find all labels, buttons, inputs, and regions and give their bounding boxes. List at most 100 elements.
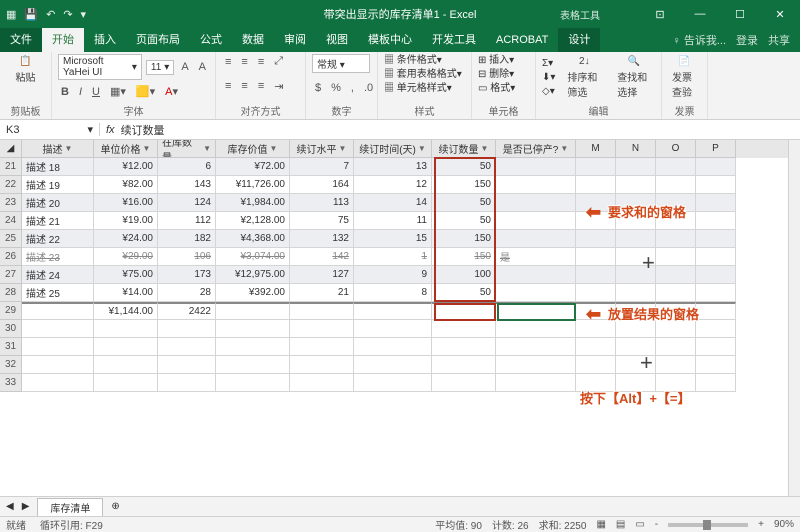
tab-file[interactable]: 文件 bbox=[0, 28, 42, 52]
col-n[interactable]: N bbox=[616, 140, 656, 158]
select-all[interactable]: ◢ bbox=[0, 140, 22, 158]
align-right-icon[interactable]: ≡ bbox=[255, 79, 267, 93]
annotation-2: 放置结果的窗格 bbox=[608, 304, 699, 323]
border-icon[interactable]: ▦▾ bbox=[107, 84, 129, 99]
name-box[interactable]: K3▾ bbox=[0, 123, 100, 136]
comma-icon[interactable]: , bbox=[348, 81, 357, 95]
arrow-left-icon: ⬅ bbox=[586, 304, 601, 325]
context-tab-label: 表格工具 bbox=[560, 7, 600, 22]
share[interactable]: 共享 bbox=[768, 32, 790, 48]
fx-icon[interactable]: fx bbox=[106, 124, 115, 136]
tab-layout[interactable]: 页面布局 bbox=[126, 28, 190, 52]
group-font-label: 字体 bbox=[58, 103, 209, 119]
col-desc[interactable]: 描述▼ bbox=[22, 140, 94, 158]
currency-icon[interactable]: $ bbox=[312, 81, 324, 95]
tab-dev[interactable]: 开发工具 bbox=[422, 28, 486, 52]
align-bot-icon[interactable]: ≡ bbox=[255, 55, 267, 69]
cursor-icon: + bbox=[640, 350, 653, 376]
col-p[interactable]: P bbox=[696, 140, 736, 158]
view-normal-icon[interactable]: ▦ bbox=[596, 519, 605, 530]
col-reqty[interactable]: 续订数量▼ bbox=[432, 140, 496, 158]
tab-design[interactable]: 设计 bbox=[558, 28, 600, 52]
qat-more-icon[interactable]: ▾ bbox=[81, 8, 87, 21]
formula-input[interactable]: 续订数量 bbox=[121, 122, 165, 138]
tab-data[interactable]: 数据 bbox=[232, 28, 274, 52]
close-button[interactable]: ✕ bbox=[760, 8, 800, 21]
col-qty[interactable]: 在库数量▼ bbox=[158, 140, 216, 158]
number-format-select[interactable]: 常规 ▾ bbox=[312, 54, 370, 73]
tab-home[interactable]: 开始 bbox=[42, 28, 84, 52]
zoom-level[interactable]: 90% bbox=[774, 519, 794, 530]
sort-filter-button[interactable]: 2↓排序和筛选 bbox=[563, 54, 605, 101]
zoom-in-icon[interactable]: + bbox=[758, 519, 764, 530]
tab-acrobat[interactable]: ACROBAT bbox=[486, 28, 558, 52]
col-disc[interactable]: 是否已停产?▼ bbox=[496, 140, 576, 158]
font-size-select[interactable]: 11▾ bbox=[146, 60, 174, 75]
align-mid-icon[interactable]: ≡ bbox=[238, 55, 250, 69]
align-left-icon[interactable]: ≡ bbox=[222, 79, 234, 93]
font-name-select[interactable]: Microsoft YaHei UI▾ bbox=[58, 54, 142, 80]
group-styles-label: 样式 bbox=[384, 103, 465, 119]
italic-button[interactable]: I bbox=[76, 85, 85, 99]
save-icon[interactable]: 💾 bbox=[24, 8, 38, 21]
titlebar: ▦ 💾 ↶ ↷ ▾ 带突出显示的库存清单1 - Excel 表格工具 ⊡ — ☐… bbox=[0, 0, 800, 28]
orientation-icon[interactable]: ⤢ bbox=[271, 54, 286, 69]
col-m[interactable]: M bbox=[576, 140, 616, 158]
maximize-button[interactable]: ☐ bbox=[720, 8, 760, 21]
window-title: 带突出显示的库存清单1 - Excel bbox=[324, 6, 477, 22]
fill-color-icon[interactable]: 🟨▾ bbox=[133, 84, 158, 99]
table-format-button[interactable]: ▦ 套用表格格式▾ bbox=[384, 68, 465, 82]
status-ready: 就绪 bbox=[6, 517, 26, 532]
view-break-icon[interactable]: ▭ bbox=[635, 519, 644, 530]
minimize-button[interactable]: — bbox=[680, 8, 720, 21]
font-color-icon[interactable]: A▾ bbox=[162, 84, 181, 99]
status-circular: 循环引用: F29 bbox=[40, 517, 103, 532]
col-price[interactable]: 单位价格▼ bbox=[94, 140, 158, 158]
col-val[interactable]: 库存价值▼ bbox=[216, 140, 290, 158]
tab-template[interactable]: 模板中心 bbox=[358, 28, 422, 52]
inc-dec-icon[interactable]: .0 bbox=[361, 81, 376, 95]
add-sheet-icon[interactable]: ⊕ bbox=[111, 501, 119, 512]
vertical-scrollbar[interactable] bbox=[788, 140, 800, 496]
col-o[interactable]: O bbox=[656, 140, 696, 158]
align-top-icon[interactable]: ≡ bbox=[222, 55, 234, 69]
paste-button[interactable]: 📋粘贴 bbox=[6, 54, 45, 86]
col-days[interactable]: 续订时间(天)▼ bbox=[354, 140, 432, 158]
delete-button[interactable]: ⊟ 删除▾ bbox=[478, 68, 529, 82]
zoom-out-icon[interactable]: - bbox=[655, 519, 658, 530]
format-button[interactable]: ▭ 格式▾ bbox=[478, 82, 529, 96]
nav-prev-icon[interactable]: ◀ bbox=[6, 501, 14, 512]
zoom-slider[interactable] bbox=[668, 523, 748, 527]
nav-next-icon[interactable]: ▶ bbox=[22, 501, 30, 512]
grow-font-icon[interactable]: A bbox=[178, 60, 191, 74]
undo-icon[interactable]: ↶ bbox=[46, 8, 55, 21]
grid[interactable]: 21描述 18¥12.006¥72.007135022描述 19¥82.0014… bbox=[0, 158, 800, 392]
cell-style-button[interactable]: ▦ 单元格样式▾ bbox=[384, 82, 465, 96]
invoice-button[interactable]: 📄发票查验 bbox=[668, 54, 701, 101]
percent-icon[interactable]: % bbox=[328, 81, 344, 95]
fill-icon[interactable]: ⬇▾ bbox=[542, 71, 555, 85]
align-center-icon[interactable]: ≡ bbox=[238, 79, 250, 93]
insert-button[interactable]: ⊞ 插入▾ bbox=[478, 54, 529, 68]
tab-review[interactable]: 审阅 bbox=[274, 28, 316, 52]
shrink-font-icon[interactable]: A bbox=[196, 60, 209, 74]
underline-button[interactable]: U bbox=[89, 85, 103, 99]
help-icon[interactable]: ⊡ bbox=[640, 8, 680, 21]
autosum-icon[interactable]: Σ▾ bbox=[542, 57, 555, 71]
tab-formulas[interactable]: 公式 bbox=[190, 28, 232, 52]
arrow-left-icon: ⬅ bbox=[586, 202, 601, 223]
sheet-tab[interactable]: 库存清单 bbox=[37, 498, 103, 516]
tell-me[interactable]: ♀ 告诉我... bbox=[673, 32, 726, 48]
indent-icon[interactable]: ⇥ bbox=[271, 79, 286, 94]
find-button[interactable]: 🔍查找和选择 bbox=[613, 54, 655, 101]
cursor-icon: + bbox=[642, 250, 655, 276]
redo-icon[interactable]: ↷ bbox=[63, 8, 72, 21]
signin[interactable]: 登录 bbox=[736, 32, 758, 48]
tab-view[interactable]: 视图 bbox=[316, 28, 358, 52]
view-layout-icon[interactable]: ▤ bbox=[616, 519, 625, 530]
bold-button[interactable]: B bbox=[58, 85, 72, 99]
cond-format-button[interactable]: ▦ 条件格式▾ bbox=[384, 54, 465, 68]
tab-insert[interactable]: 插入 bbox=[84, 28, 126, 52]
clear-icon[interactable]: ◇▾ bbox=[542, 85, 555, 99]
col-reorder[interactable]: 续订水平▼ bbox=[290, 140, 354, 158]
